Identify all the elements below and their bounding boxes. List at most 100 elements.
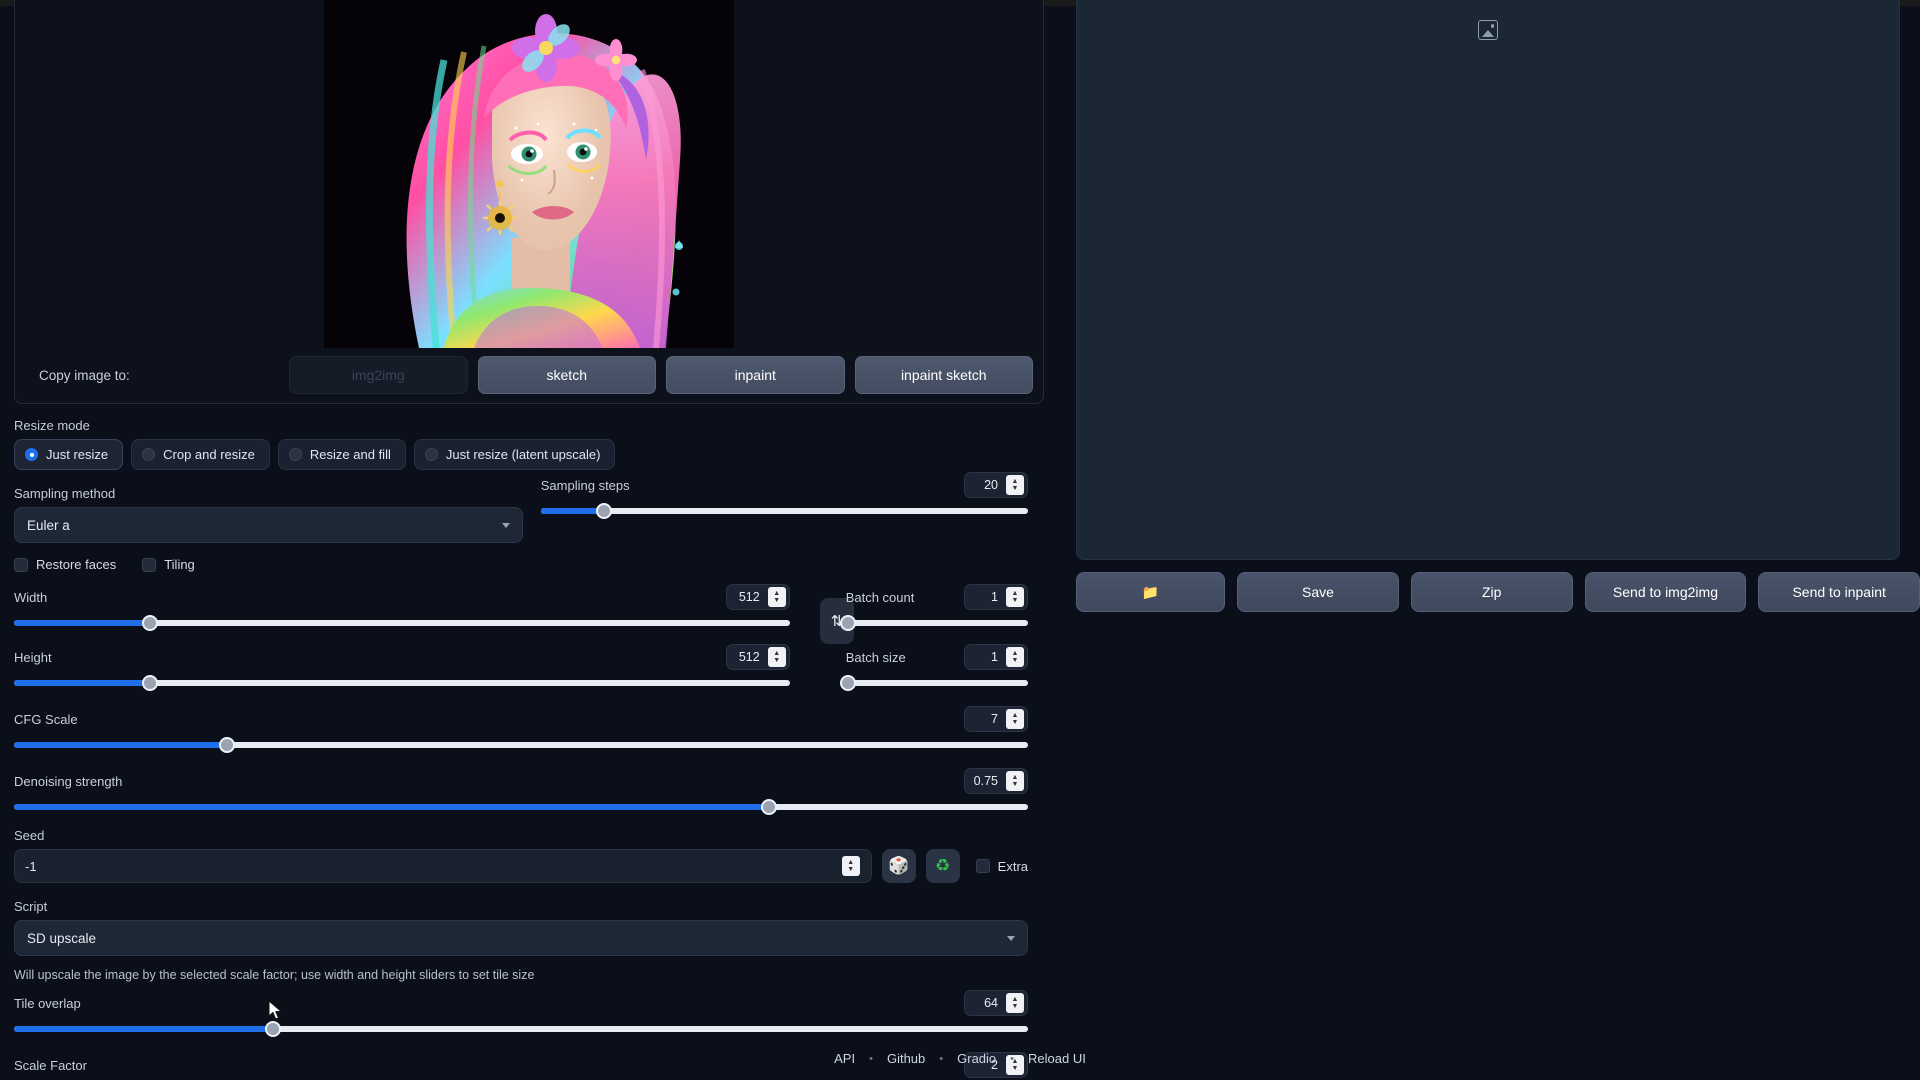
stepper-icon[interactable]: ▲▼ [768, 587, 786, 607]
seed-row: -1 ▲▼ 🎲 ♻ Extra [14, 849, 1028, 883]
sampling-steps-slider[interactable] [541, 508, 1028, 514]
height-numberbox[interactable]: 512 ▲▼ [726, 644, 790, 670]
batch-count-slider[interactable] [846, 620, 1028, 626]
sampling-method-value: Euler a [27, 518, 70, 533]
footer-link-reload-ui[interactable]: Reload UI [1028, 1051, 1086, 1066]
reuse-seed-button[interactable]: ♻ [926, 849, 960, 883]
batch-size-label: Batch size [846, 650, 906, 665]
cfg-scale-block: CFG Scale 7 ▲▼ [14, 706, 1028, 748]
copy-to-inpaint-sketch-button[interactable]: inpaint sketch [855, 356, 1034, 394]
batch-size-numberbox[interactable]: 1 ▲▼ [964, 644, 1028, 670]
radio-label: Crop and resize [163, 447, 255, 462]
width-slider[interactable] [14, 620, 790, 626]
restore-faces-label: Restore faces [36, 557, 116, 572]
random-seed-button[interactable]: 🎲 [882, 849, 916, 883]
resize-mode-resize-and-fill[interactable]: Resize and fill [278, 439, 406, 470]
batch-count-value: 1 [965, 590, 1006, 604]
cfg-scale-slider[interactable] [14, 742, 1028, 748]
sampling-method-label: Sampling method [14, 486, 523, 501]
extra-label: Extra [998, 859, 1028, 874]
stepper-icon[interactable]: ▲▼ [1006, 771, 1024, 791]
footer-link-api[interactable]: API [834, 1051, 855, 1066]
resize-mode-label: Resize mode [14, 418, 1028, 433]
tiling-checkbox[interactable]: Tiling [142, 557, 195, 572]
script-description: Will upscale the image by the selected s… [14, 968, 1028, 982]
stepper-icon[interactable]: ▲▼ [1006, 993, 1024, 1013]
tile-overlap-numberbox[interactable]: 64 ▲▼ [964, 990, 1028, 1016]
radio-label: Just resize (latent upscale) [446, 447, 601, 462]
resize-mode-just-resize[interactable]: Just resize [14, 439, 123, 470]
denoising-strength-slider[interactable] [14, 804, 1028, 810]
output-gallery[interactable] [1076, 0, 1900, 560]
stepper-icon[interactable]: ▲▼ [1006, 587, 1024, 607]
image-placeholder-icon [1478, 20, 1498, 40]
toggles-row: Restore faces Tiling [14, 557, 1028, 572]
copy-image-to-label: Copy image to: [39, 368, 289, 383]
stepper-icon[interactable]: ▲▼ [1006, 709, 1024, 729]
checkbox-icon [142, 558, 156, 572]
send-to-inpaint-button[interactable]: Send to inpaint [1758, 572, 1920, 612]
footer-separator: • [869, 1053, 873, 1065]
seed-label: Seed [14, 828, 1028, 843]
generated-image[interactable] [15, 0, 1043, 348]
width-numberbox[interactable]: 512 ▲▼ [726, 584, 790, 610]
width-value: 512 [727, 590, 768, 604]
height-value: 512 [727, 650, 768, 664]
tile-overlap-slider[interactable] [14, 1026, 1028, 1032]
sd-webui-img2img-page: Copy image to: img2img sketch inpaint in… [0, 0, 1920, 1080]
footer-links: API • Github • Gradio • Reload UI [0, 1051, 1920, 1066]
portrait-artwork [324, 0, 734, 348]
resize-mode-just-resize-latent[interactable]: Just resize (latent upscale) [414, 439, 616, 470]
zip-button[interactable]: Zip [1411, 572, 1573, 612]
batch-count-numberbox[interactable]: 1 ▲▼ [964, 584, 1028, 610]
copy-image-to-row: Copy image to: img2img sketch inpaint in… [15, 347, 1043, 403]
stepper-icon[interactable]: ▲▼ [1006, 475, 1024, 495]
radio-label: Just resize [46, 447, 108, 462]
seed-value: -1 [25, 859, 37, 874]
copy-to-img2img-button[interactable]: img2img [289, 356, 468, 394]
footer-link-gradio[interactable]: Gradio [957, 1051, 996, 1066]
output-column: 📁 Save Zip Send to img2img Send to inpai… [1060, 0, 1920, 1080]
stepper-icon[interactable]: ▲▼ [768, 647, 786, 667]
seed-input[interactable]: -1 ▲▼ [14, 849, 872, 883]
resize-mode-radio-group: Just resize Crop and resize Resize and f… [14, 439, 1028, 470]
output-action-buttons: 📁 Save Zip Send to img2img Send to inpai… [1076, 572, 1920, 612]
denoising-strength-numberbox[interactable]: 0.75 ▲▼ [964, 768, 1028, 794]
copy-to-inpaint-button[interactable]: inpaint [666, 356, 845, 394]
dice-icon: 🎲 [888, 856, 909, 876]
settings-body: Resize mode Just resize Crop and resize … [0, 418, 1042, 1080]
extra-seed-checkbox[interactable]: Extra [976, 859, 1028, 874]
restore-faces-checkbox[interactable]: Restore faces [14, 557, 116, 572]
send-to-img2img-button[interactable]: Send to img2img [1585, 572, 1747, 612]
cfg-scale-numberbox[interactable]: 7 ▲▼ [964, 706, 1028, 732]
radio-dot-icon [289, 448, 302, 461]
footer-separator: • [1010, 1053, 1014, 1065]
tile-overlap-block: Tile overlap 64 ▲▼ [14, 990, 1028, 1032]
folder-icon: 📁 [1142, 584, 1159, 601]
batch-size-value: 1 [965, 650, 1006, 664]
sampling-method-dropdown[interactable]: Euler a [14, 507, 523, 543]
stepper-icon[interactable]: ▲▼ [1006, 647, 1024, 667]
height-label: Height [14, 650, 52, 665]
height-slider[interactable] [14, 680, 790, 686]
tiling-label: Tiling [164, 557, 195, 572]
chevron-down-icon [1007, 936, 1015, 941]
sampling-steps-numberbox[interactable]: 20 ▲▼ [964, 472, 1028, 498]
copy-target-buttons: img2img sketch inpaint inpaint sketch [289, 356, 1033, 394]
save-button[interactable]: Save [1237, 572, 1399, 612]
radio-dot-icon [425, 448, 438, 461]
copy-to-sketch-button[interactable]: sketch [478, 356, 657, 394]
open-folder-button[interactable]: 📁 [1076, 572, 1225, 612]
footer-link-github[interactable]: Github [887, 1051, 925, 1066]
stepper-icon[interactable]: ▲▼ [842, 856, 860, 876]
height-slider-block: Height 512 ▲▼ [14, 644, 790, 686]
width-slider-block: Width 512 ▲▼ [14, 584, 790, 626]
script-dropdown[interactable]: SD upscale [14, 920, 1028, 956]
radio-dot-icon [142, 448, 155, 461]
checkbox-icon [976, 859, 990, 873]
cfg-scale-value: 7 [965, 712, 1006, 726]
batch-size-slider[interactable] [846, 680, 1028, 686]
resize-mode-crop-and-resize[interactable]: Crop and resize [131, 439, 270, 470]
script-value: SD upscale [27, 931, 96, 946]
denoising-strength-value: 0.75 [965, 774, 1006, 788]
